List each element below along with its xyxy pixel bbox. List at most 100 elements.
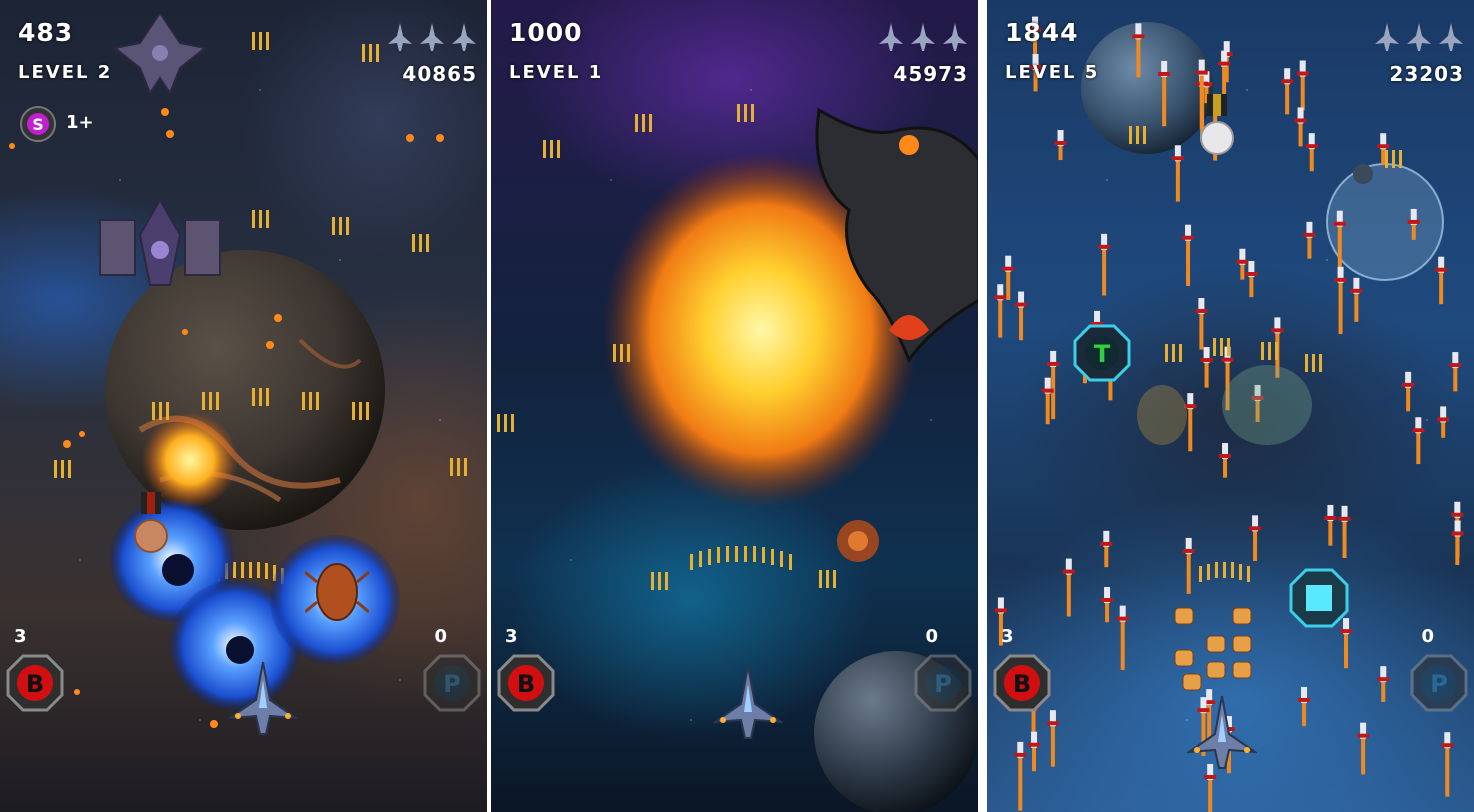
t-powerup-pickup: T [1073,324,1131,382]
power-button[interactable]: P [423,654,481,712]
mine-enemy [837,520,879,562]
player-ship [228,661,298,735]
bullet-cluster [1129,126,1146,144]
high-score: 45973 [893,62,968,86]
score-counter: 1844 [1005,18,1079,47]
power-button[interactable]: P [1410,654,1468,712]
bullet-cluster [1261,342,1278,360]
bomb-count: 3 [14,626,27,647]
bomb-count: 3 [505,626,518,647]
bullet-cluster [1165,344,1182,362]
bullet-cluster [1213,338,1230,356]
crate-pickup [1289,568,1349,628]
missile [1245,261,1258,298]
power-count: 0 [434,626,447,647]
bomb-count: 3 [1001,626,1014,647]
missile [1350,277,1363,322]
missile [1305,133,1318,172]
missile [1195,297,1208,350]
bullet-cluster [737,104,754,122]
missile [1377,666,1390,702]
missile [1002,255,1015,300]
missile [1116,605,1129,670]
bullet-cluster [635,114,652,132]
bomb-letter: B [517,670,535,698]
power-letter: P [443,670,461,698]
missile [1298,686,1311,727]
missile [1182,224,1195,286]
missile [1451,520,1464,557]
player-ship [713,665,783,739]
bullet-cluster [613,344,630,362]
level-indicator: LEVEL 2 [18,62,113,83]
life-ship-icon [879,23,903,51]
lives-indicator [1374,22,1464,52]
scorpion-enemy [305,563,369,621]
life-ship-icon [1375,23,1399,51]
missile [1249,515,1262,561]
game-panel-2: 1000 LEVEL 1 45973 3 0 B P [491,0,978,812]
high-score: 40865 [402,62,477,86]
bomb-button[interactable]: B [6,654,64,712]
missile [1158,60,1171,127]
life-ship-icon [1407,23,1431,51]
power-letter: P [1430,670,1448,698]
boss-enemy [815,107,978,364]
missile [1101,586,1114,623]
shield-powerup-icon: S [20,106,56,142]
bullet-cluster [543,140,560,158]
missile [1334,266,1347,335]
level-indicator: LEVEL 1 [509,62,604,83]
missile [1062,558,1075,617]
life-ship-icon [388,23,412,51]
score-counter: 483 [18,18,74,47]
bomb-button[interactable]: B [497,654,555,712]
life-ship-icon [420,23,444,51]
life-ship-icon [1439,23,1463,51]
missile [1054,130,1067,161]
missile [1441,732,1454,797]
missile [994,284,1007,338]
missile [1412,417,1425,465]
power-letter: P [934,670,952,698]
missile [1028,731,1041,772]
lives-indicator [878,22,968,52]
bomb-button[interactable]: B [993,654,1051,712]
missile [1449,352,1462,392]
shield-letter: S [32,115,44,134]
bomb-letter: B [1013,670,1031,698]
player-ship [1187,695,1257,769]
bomb-letter: B [26,670,44,698]
bullet-arc [690,546,792,570]
bullet-cluster [1385,150,1402,168]
lives-indicator [387,22,477,52]
level-indicator: LEVEL 5 [1005,62,1100,83]
life-ship-icon [943,23,967,51]
missile [1357,722,1370,775]
medal-pickup [134,492,168,553]
missile [1338,505,1351,559]
bullet-cluster [819,570,836,588]
nebula-vortex [1137,365,1312,445]
medal-pickup [1200,94,1234,155]
missile [1407,208,1420,240]
missile [1435,256,1448,305]
game-panel-1: 483 LEVEL 2 40865 S 1+ 3 0 B P [0,0,487,812]
panel-divider [981,0,985,812]
missile [1171,145,1184,202]
drone-formation [1174,607,1252,691]
missile [1014,741,1027,811]
missile [1437,406,1450,438]
missile [1182,537,1195,594]
shield-count: 1+ [66,112,94,133]
missile [1303,221,1316,259]
power-button[interactable]: P [914,654,972,712]
bullet-cluster [497,414,514,432]
bullet-arc [1199,562,1250,582]
life-ship-icon [911,23,935,51]
missile [1046,710,1059,767]
missile [1015,291,1028,341]
game-panel-3: T 1844 LEVEL 5 23203 3 0 B P [987,0,1474,812]
missile [1100,530,1113,568]
bullet-cluster [1305,354,1322,372]
